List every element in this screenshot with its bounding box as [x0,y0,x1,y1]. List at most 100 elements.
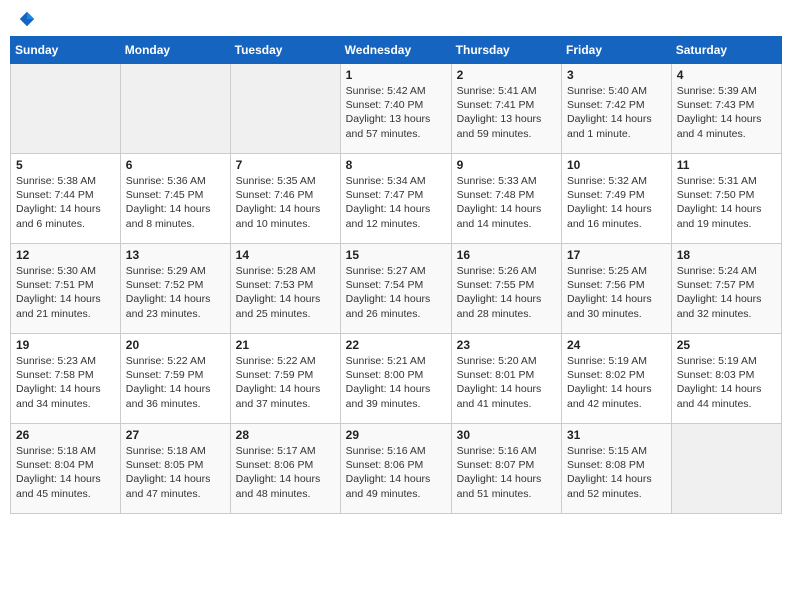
calendar-cell: 2 Sunrise: 5:41 AMSunset: 7:41 PMDaylight… [451,64,561,154]
day-number: 8 [346,158,446,172]
calendar-cell: 25 Sunrise: 5:19 AMSunset: 8:03 PMDayligh… [671,334,781,424]
day-content: Sunrise: 5:16 AMSunset: 8:06 PMDaylight:… [346,444,446,501]
day-number: 31 [567,428,666,442]
calendar-cell: 3 Sunrise: 5:40 AMSunset: 7:42 PMDaylight… [562,64,672,154]
calendar-week-row: 5 Sunrise: 5:38 AMSunset: 7:44 PMDaylight… [11,154,782,244]
day-content: Sunrise: 5:18 AMSunset: 8:04 PMDaylight:… [16,444,115,501]
calendar-cell: 28Sunrise: 5:17 AMSunset: 8:06 PMDayligh… [230,424,340,514]
day-number: 6 [126,158,225,172]
day-content: Sunrise: 5:20 AMSunset: 8:01 PMDaylight:… [457,354,556,411]
calendar-cell: 7 Sunrise: 5:35 AMSunset: 7:46 PMDaylight… [230,154,340,244]
day-content: Sunrise: 5:41 AMSunset: 7:41 PMDaylight:… [457,84,556,141]
calendar-cell: 30 Sunrise: 5:16 AMSunset: 8:07 PMDayligh… [451,424,561,514]
calendar-cell: 26 Sunrise: 5:18 AMSunset: 8:04 PMDayligh… [11,424,121,514]
calendar-cell: 24 Sunrise: 5:19 AMSunset: 8:02 PMDayligh… [562,334,672,424]
day-content: Sunrise: 5:31 AMSunset: 7:50 PMDaylight:… [677,174,776,231]
logo [14,10,40,28]
day-content: Sunrise: 5:22 AMSunset: 7:59 PMDaylight:… [126,354,225,411]
day-content: Sunrise: 5:42 AMSunset: 7:40 PMDaylight:… [346,84,446,141]
day-number: 12 [16,248,115,262]
calendar-cell: 4 Sunrise: 5:39 AMSunset: 7:43 PMDaylight… [671,64,781,154]
day-number: 24 [567,338,666,352]
day-number: 27 [126,428,225,442]
weekday-header-thursday: Thursday [451,37,561,64]
day-content: Sunrise: 5:25 AMSunset: 7:56 PMDaylight:… [567,264,666,321]
day-number: 10 [567,158,666,172]
day-number: 7 [236,158,335,172]
day-number: 14 [236,248,335,262]
day-number: 4 [677,68,776,82]
day-content: Sunrise: 5:27 AMSunset: 7:54 PMDaylight:… [346,264,446,321]
calendar-cell: 5 Sunrise: 5:38 AMSunset: 7:44 PMDaylight… [11,154,121,244]
day-content: Sunrise: 5:40 AMSunset: 7:42 PMDaylight:… [567,84,666,141]
calendar-cell [671,424,781,514]
calendar-cell: 13 Sunrise: 5:29 AMSunset: 7:52 PMDayligh… [120,244,230,334]
day-number: 26 [16,428,115,442]
day-number: 20 [126,338,225,352]
calendar-header-row: SundayMondayTuesdayWednesdayThursdayFrid… [11,37,782,64]
weekday-header-wednesday: Wednesday [340,37,451,64]
calendar-week-row: 12 Sunrise: 5:30 AMSunset: 7:51 PMDayligh… [11,244,782,334]
day-content: Sunrise: 5:24 AMSunset: 7:57 PMDaylight:… [677,264,776,321]
calendar-cell: 21 Sunrise: 5:22 AMSunset: 7:59 PMDayligh… [230,334,340,424]
calendar-week-row: 26 Sunrise: 5:18 AMSunset: 8:04 PMDayligh… [11,424,782,514]
calendar-table: SundayMondayTuesdayWednesdayThursdayFrid… [10,36,782,514]
day-content: Sunrise: 5:22 AMSunset: 7:59 PMDaylight:… [236,354,335,411]
calendar-cell: 1Sunrise: 5:42 AMSunset: 7:40 PMDaylight… [340,64,451,154]
day-number: 5 [16,158,115,172]
calendar-cell: 6 Sunrise: 5:36 AMSunset: 7:45 PMDaylight… [120,154,230,244]
day-number: 15 [346,248,446,262]
calendar-cell: 31Sunrise: 5:15 AMSunset: 8:08 PMDayligh… [562,424,672,514]
calendar-cell: 16Sunrise: 5:26 AMSunset: 7:55 PMDayligh… [451,244,561,334]
day-number: 21 [236,338,335,352]
day-number: 28 [236,428,335,442]
calendar-cell: 15 Sunrise: 5:27 AMSunset: 7:54 PMDayligh… [340,244,451,334]
calendar-cell: 20 Sunrise: 5:22 AMSunset: 7:59 PMDayligh… [120,334,230,424]
day-content: Sunrise: 5:39 AMSunset: 7:43 PMDaylight:… [677,84,776,141]
calendar-cell [230,64,340,154]
weekday-header-sunday: Sunday [11,37,121,64]
day-content: Sunrise: 5:19 AMSunset: 8:03 PMDaylight:… [677,354,776,411]
calendar-cell: 18 Sunrise: 5:24 AMSunset: 7:57 PMDayligh… [671,244,781,334]
day-number: 13 [126,248,225,262]
day-number: 23 [457,338,556,352]
day-content: Sunrise: 5:23 AMSunset: 7:58 PMDaylight:… [16,354,115,411]
calendar-cell: 22Sunrise: 5:21 AMSunset: 8:00 PMDayligh… [340,334,451,424]
day-content: Sunrise: 5:38 AMSunset: 7:44 PMDaylight:… [16,174,115,231]
day-content: Sunrise: 5:30 AMSunset: 7:51 PMDaylight:… [16,264,115,321]
calendar-cell: 9Sunrise: 5:33 AMSunset: 7:48 PMDaylight… [451,154,561,244]
day-content: Sunrise: 5:18 AMSunset: 8:05 PMDaylight:… [126,444,225,501]
day-content: Sunrise: 5:35 AMSunset: 7:46 PMDaylight:… [236,174,335,231]
day-number: 18 [677,248,776,262]
day-number: 2 [457,68,556,82]
day-content: Sunrise: 5:21 AMSunset: 8:00 PMDaylight:… [346,354,446,411]
calendar-cell: 17Sunrise: 5:25 AMSunset: 7:56 PMDayligh… [562,244,672,334]
calendar-cell: 12 Sunrise: 5:30 AMSunset: 7:51 PMDayligh… [11,244,121,334]
weekday-header-saturday: Saturday [671,37,781,64]
calendar-cell [11,64,121,154]
day-content: Sunrise: 5:26 AMSunset: 7:55 PMDaylight:… [457,264,556,321]
day-content: Sunrise: 5:36 AMSunset: 7:45 PMDaylight:… [126,174,225,231]
calendar-cell: 11Sunrise: 5:31 AMSunset: 7:50 PMDayligh… [671,154,781,244]
day-content: Sunrise: 5:33 AMSunset: 7:48 PMDaylight:… [457,174,556,231]
calendar-cell: 29 Sunrise: 5:16 AMSunset: 8:06 PMDayligh… [340,424,451,514]
calendar-cell: 8 Sunrise: 5:34 AMSunset: 7:47 PMDaylight… [340,154,451,244]
calendar-cell: 19Sunrise: 5:23 AMSunset: 7:58 PMDayligh… [11,334,121,424]
calendar-cell: 14Sunrise: 5:28 AMSunset: 7:53 PMDayligh… [230,244,340,334]
day-number: 29 [346,428,446,442]
day-number: 3 [567,68,666,82]
calendar-cell: 23 Sunrise: 5:20 AMSunset: 8:01 PMDayligh… [451,334,561,424]
weekday-header-tuesday: Tuesday [230,37,340,64]
day-number: 30 [457,428,556,442]
day-content: Sunrise: 5:19 AMSunset: 8:02 PMDaylight:… [567,354,666,411]
day-content: Sunrise: 5:32 AMSunset: 7:49 PMDaylight:… [567,174,666,231]
day-number: 25 [677,338,776,352]
logo-icon [18,10,36,28]
weekday-header-monday: Monday [120,37,230,64]
calendar-week-row: 1Sunrise: 5:42 AMSunset: 7:40 PMDaylight… [11,64,782,154]
day-content: Sunrise: 5:34 AMSunset: 7:47 PMDaylight:… [346,174,446,231]
calendar-cell: 27 Sunrise: 5:18 AMSunset: 8:05 PMDayligh… [120,424,230,514]
calendar-cell [120,64,230,154]
day-content: Sunrise: 5:16 AMSunset: 8:07 PMDaylight:… [457,444,556,501]
day-content: Sunrise: 5:29 AMSunset: 7:52 PMDaylight:… [126,264,225,321]
